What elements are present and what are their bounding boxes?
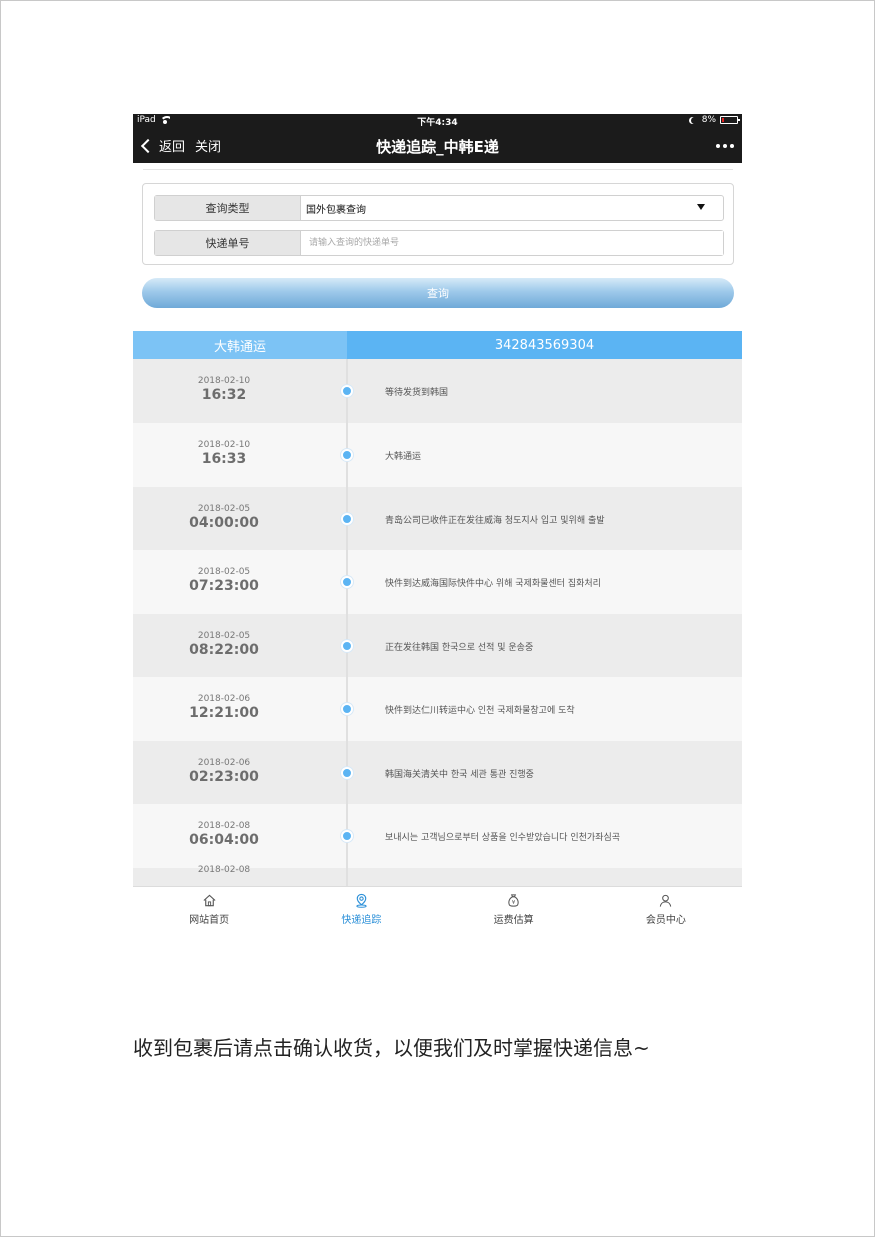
event-date: 2018-02-08 bbox=[197, 865, 251, 875]
money-bag-icon: ¥ bbox=[508, 894, 519, 907]
event-date: 2018-02-10 bbox=[197, 376, 251, 386]
event-time: 08:22:00 bbox=[189, 642, 259, 658]
tracking-timeline[interactable]: 2018-02-10 16:32 等待发货到韩国 2018-02-10 16:3… bbox=[133, 359, 742, 886]
event-date: 2018-02-05 bbox=[197, 631, 251, 641]
tab-home[interactable]: 网站首页 bbox=[133, 887, 285, 934]
battery-percent: 8% bbox=[701, 115, 716, 125]
timeline-row: 2018-02-06 02:23:00 韩国海关清关中 한국 세관 통관 진행중 bbox=[133, 741, 742, 805]
moon-icon bbox=[691, 117, 698, 124]
dropdown-arrow-icon bbox=[697, 204, 705, 210]
timeline-row: 2018-02-08 06:04:00 보내시는 고객님으로부터 상품을 인수받… bbox=[133, 804, 742, 868]
timeline-dot-icon bbox=[341, 576, 353, 588]
timeline-dot-icon bbox=[341, 640, 353, 652]
timeline-dot-icon bbox=[341, 703, 353, 715]
tracking-number-display: 342843569304 bbox=[347, 331, 742, 359]
event-date: 2018-02-08 bbox=[197, 821, 251, 831]
status-bar: iPad 下午4:34 8% bbox=[133, 114, 742, 128]
query-button[interactable]: 查询 bbox=[142, 278, 734, 308]
timeline-row: 2018-02-06 12:21:00 快件到达仁川转运中心 인천 국제화물창고… bbox=[133, 677, 742, 741]
battery-icon bbox=[720, 116, 740, 124]
timeline-row: 2018-02-10 16:32 等待发货到韩国 bbox=[133, 359, 742, 423]
event-date: 2018-02-06 bbox=[197, 758, 251, 768]
event-time: 16:32 bbox=[201, 387, 247, 403]
more-icon[interactable] bbox=[716, 144, 734, 148]
tracking-number-row: 快递单号 bbox=[154, 230, 724, 256]
tab-tracking[interactable]: 快递追踪 bbox=[285, 887, 437, 934]
divider bbox=[143, 169, 733, 170]
result-header: 大韩通运 342843569304 bbox=[133, 331, 742, 359]
status-time: 下午4:34 bbox=[417, 118, 458, 128]
nav-title: 快递追踪_中韩E递 bbox=[376, 138, 499, 156]
tab-label: 快递追踪 bbox=[341, 915, 382, 926]
timeline-row: 2018-02-05 04:00:00 青岛公司已收件正在发往威海 청도지사 입… bbox=[133, 487, 742, 551]
tracking-number-label: 快递单号 bbox=[155, 231, 301, 255]
timeline-dot-icon bbox=[341, 767, 353, 779]
timeline-line bbox=[346, 359, 348, 886]
tab-member-center[interactable]: 会员中心 bbox=[590, 887, 742, 934]
query-form: 查询类型 国外包裹查询 快递单号 bbox=[142, 183, 734, 265]
event-description: 青岛公司已收件正在发往威海 청도지사 입고 및위해 출발 bbox=[385, 516, 605, 526]
event-time: 02:23:00 bbox=[189, 769, 259, 785]
event-date: 2018-02-05 bbox=[197, 504, 251, 514]
query-type-value: 国外包裹查询 bbox=[306, 204, 366, 216]
timeline-row: 2018-02-08 bbox=[133, 865, 742, 886]
tab-label: 会员中心 bbox=[645, 915, 686, 926]
tracking-number-input[interactable] bbox=[301, 231, 723, 255]
event-time: 16:33 bbox=[201, 451, 247, 467]
phone-screen: iPad 下午4:34 8% 返回 关闭 快递追踪_中韩E递 查询类型 国外包裹… bbox=[133, 114, 742, 934]
tab-shipping-estimate[interactable]: ¥ 运费估算 bbox=[438, 887, 590, 934]
query-type-label: 查询类型 bbox=[155, 196, 301, 220]
event-description: 大韩通运 bbox=[385, 452, 422, 462]
query-type-select[interactable]: 国外包裹查询 bbox=[301, 196, 723, 220]
timeline-dot-icon bbox=[341, 449, 353, 461]
tab-label: 运费估算 bbox=[493, 915, 534, 926]
svg-text:¥: ¥ bbox=[512, 900, 516, 906]
user-icon bbox=[660, 894, 672, 907]
event-date: 2018-02-06 bbox=[197, 694, 251, 704]
nav-bar: 返回 关闭 快递追踪_中韩E递 bbox=[133, 128, 742, 163]
home-icon bbox=[203, 894, 216, 907]
event-description: 快件到达仁川转运中心 인천 국제화물창고에 도착 bbox=[385, 706, 575, 716]
status-right: 8% bbox=[689, 115, 740, 125]
timeline-dot-icon bbox=[341, 830, 353, 842]
event-description: 正在发往韩国 한국으로 선적 및 운송중 bbox=[385, 643, 534, 653]
event-date: 2018-02-10 bbox=[197, 440, 251, 450]
timeline-row: 2018-02-05 07:23:00 快件到达威海国际快件中心 위해 국제화물… bbox=[133, 550, 742, 614]
event-date: 2018-02-05 bbox=[197, 567, 251, 577]
event-time: 06:04:00 bbox=[189, 832, 259, 848]
location-pin-icon bbox=[356, 893, 367, 908]
event-description: 보내시는 고객님으로부터 상품을 인수받았습니다 인천가좌심곡 bbox=[385, 833, 621, 843]
event-description: 韩国海关清关中 한국 세관 통관 진행중 bbox=[385, 770, 534, 780]
timeline-row: 2018-02-10 16:33 大韩通运 bbox=[133, 423, 742, 487]
footer-note: 收到包裹后请点击确认收货，以便我们及时掌握快递信息~ bbox=[133, 1036, 650, 1060]
timeline-dot-icon bbox=[341, 513, 353, 525]
event-time: 04:00:00 bbox=[189, 515, 259, 531]
event-time: 12:21:00 bbox=[189, 705, 259, 721]
tab-label: 网站首页 bbox=[189, 915, 230, 926]
event-description: 快件到达威海国际快件中心 위해 국제화물센터 집화처리 bbox=[385, 579, 601, 589]
event-description: 等待发货到韩国 bbox=[385, 388, 449, 398]
carrier-name: 大韩通运 bbox=[133, 331, 347, 359]
bottom-tab-bar: 网站首页 快递追踪 ¥ 运费估算 会员中心 bbox=[133, 886, 742, 934]
timeline-row: 2018-02-05 08:22:00 正在发往韩国 한국으로 선적 및 운송중 bbox=[133, 614, 742, 678]
timeline-dot-icon bbox=[341, 385, 353, 397]
query-type-row: 查询类型 国外包裹查询 bbox=[154, 195, 724, 221]
event-time: 07:23:00 bbox=[189, 578, 259, 594]
